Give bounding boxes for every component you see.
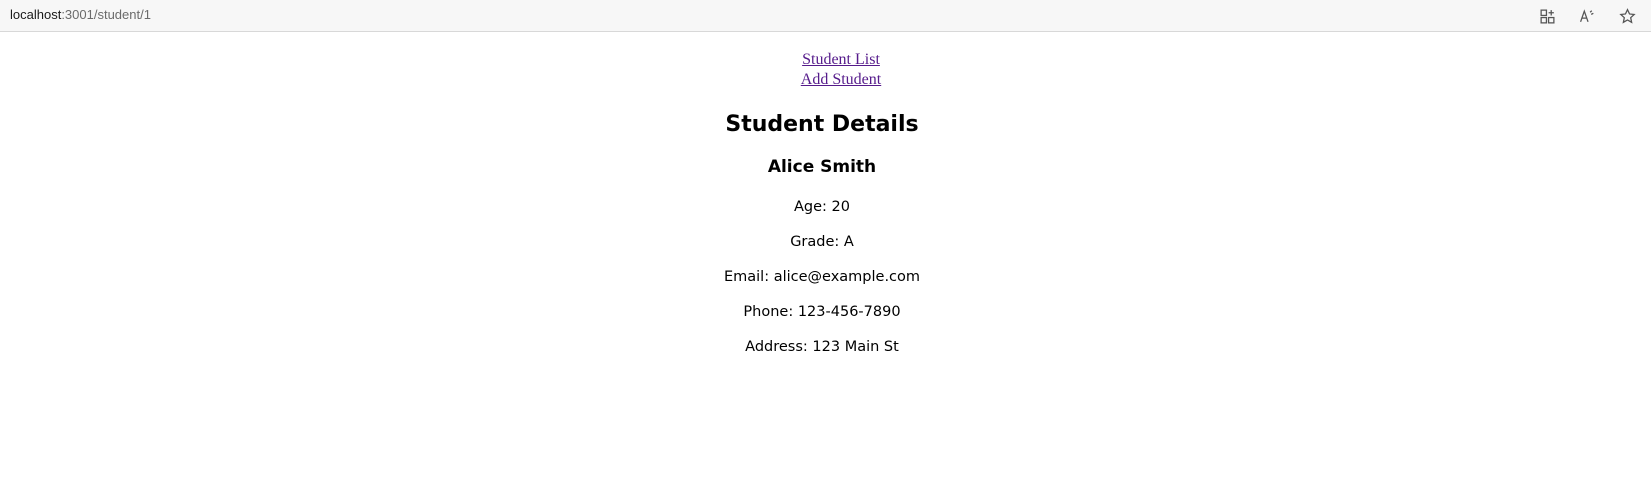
favorite-star-icon[interactable] xyxy=(1615,4,1639,28)
student-email: Email: alice@example.com xyxy=(723,269,921,285)
top-nav: Student List Add Student xyxy=(0,50,1651,90)
url-host: localhost xyxy=(10,7,62,22)
browser-toolbar: localhost:3001/student/1 xyxy=(0,0,1651,32)
toolbar-icons xyxy=(1535,4,1639,28)
add-student-link[interactable]: Add Student xyxy=(0,70,1651,90)
student-list-link[interactable]: Student List xyxy=(0,50,1651,70)
student-phone: Phone: 123-456-7890 xyxy=(743,304,901,320)
read-aloud-icon[interactable] xyxy=(1575,4,1599,28)
student-grade: Grade: A xyxy=(790,234,854,250)
address-bar[interactable]: localhost:3001/student/1 xyxy=(10,7,151,22)
page-title: Student Details xyxy=(725,112,919,137)
student-details-section: Student Details Alice Smith Age: 20 Grad… xyxy=(0,111,1644,357)
page-body: Student List Add Student Student Details… xyxy=(0,33,1651,504)
url-path: :3001/student/1 xyxy=(61,7,151,22)
student-address: Address: 123 Main St xyxy=(745,339,899,355)
app-available-icon[interactable] xyxy=(1535,4,1559,28)
student-name: Alice Smith xyxy=(767,157,877,177)
student-age: Age: 20 xyxy=(794,199,850,215)
